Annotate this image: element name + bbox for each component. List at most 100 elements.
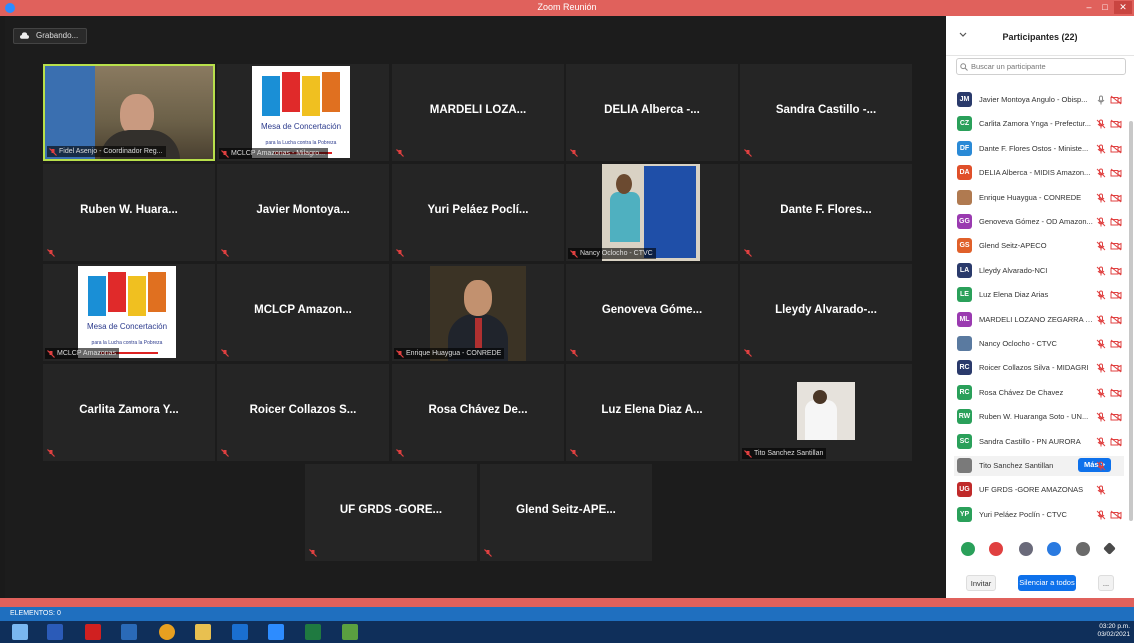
participant-row[interactable]: RC Roicer Collazos Silva - MIDAGRI xyxy=(954,358,1124,378)
file-explorer-icon[interactable] xyxy=(195,624,211,640)
participant-row[interactable]: ML MARDELI LOZANO ZEGARRA - ... xyxy=(954,310,1124,330)
participant-row[interactable]: JM Javier Montoya Angulo - Obisp... xyxy=(954,90,1124,110)
video-off-icon[interactable] xyxy=(1110,412,1122,422)
video-off-icon[interactable] xyxy=(1110,339,1122,349)
muted-mic-icon[interactable] xyxy=(1096,168,1106,178)
participant-row[interactable]: LA Lleydy Alvarado-NCI xyxy=(954,261,1124,281)
video-tile[interactable]: Sandra Castillo -... xyxy=(740,64,912,161)
video-off-icon[interactable] xyxy=(1110,241,1122,251)
video-tile[interactable]: Nancy Oclocho - CTVC xyxy=(566,164,738,261)
video-tile[interactable]: Rosa Chávez De... xyxy=(392,364,564,461)
muted-mic-icon[interactable] xyxy=(1096,437,1106,447)
zoom-icon[interactable] xyxy=(268,624,284,640)
muted-mic-icon[interactable] xyxy=(1096,339,1106,349)
video-tile[interactable]: Mesa de Concertación para la Lucha contra… xyxy=(217,64,389,161)
clear-reactions-icon[interactable] xyxy=(1103,542,1116,555)
video-tile[interactable]: Lleydy Alvarado-... xyxy=(740,264,912,361)
participant-row[interactable]: GG Genoveva Gómez - OD Amazon... xyxy=(954,212,1124,232)
muted-mic-icon[interactable] xyxy=(1096,144,1106,154)
word-icon[interactable] xyxy=(47,624,63,640)
app-icon[interactable] xyxy=(342,624,358,640)
video-tile[interactable]: Mesa de Concertación para la Lucha contra… xyxy=(43,264,215,361)
more-button[interactable]: Más > xyxy=(1078,458,1111,472)
participant-search-input[interactable] xyxy=(956,58,1126,75)
muted-mic-icon[interactable] xyxy=(1096,241,1106,251)
participant-row[interactable]: RW Ruben W. Huaranga Soto - UN... xyxy=(954,407,1124,427)
chrome-icon[interactable] xyxy=(159,624,175,640)
muted-mic-icon[interactable] xyxy=(1096,266,1106,276)
participant-row[interactable]: CZ Carlita Zamora Ynga - Prefectur... xyxy=(954,114,1124,134)
video-tile[interactable]: Carlita Zamora Y... xyxy=(43,364,215,461)
video-tile[interactable]: Javier Montoya... xyxy=(217,164,389,261)
muted-mic-icon[interactable] xyxy=(1096,193,1106,203)
system-clock[interactable]: 03:20 p.m. 03/02/2021 xyxy=(1097,623,1130,639)
participant-list-scrollbar[interactable] xyxy=(1129,121,1133,521)
maximize-button[interactable]: □ xyxy=(1098,1,1112,14)
no-reaction-icon[interactable] xyxy=(989,542,1003,556)
media-player-icon[interactable] xyxy=(121,624,137,640)
muted-mic-icon[interactable] xyxy=(1096,412,1106,422)
mute-all-button[interactable]: Silenciar a todos xyxy=(1018,575,1076,591)
video-tile[interactable]: MARDELI LOZA... xyxy=(392,64,564,161)
video-off-icon[interactable] xyxy=(1110,388,1122,398)
excel-icon[interactable] xyxy=(305,624,321,640)
video-tile[interactable]: MCLCP Amazon... xyxy=(217,264,389,361)
invite-button[interactable]: Invitar xyxy=(966,575,996,591)
acrobat-icon[interactable] xyxy=(85,624,101,640)
video-tile[interactable]: Tito Sanchez Santillan xyxy=(740,364,912,461)
recording-indicator[interactable]: Grabando... xyxy=(13,28,88,44)
video-off-icon[interactable] xyxy=(1110,437,1122,447)
video-tile[interactable]: DELIA Alberca -... xyxy=(566,64,738,161)
video-tile[interactable]: Enrique Huaygua - CONREDE xyxy=(392,264,564,361)
slower-reaction-icon[interactable] xyxy=(1019,542,1033,556)
video-tile[interactable]: Fidel Asenjo - Coordinador Reg... xyxy=(43,64,215,161)
windows-start-icon[interactable] xyxy=(12,624,28,640)
muted-mic-icon[interactable] xyxy=(1096,485,1106,495)
video-tile[interactable]: Dante F. Flores... xyxy=(740,164,912,261)
video-off-icon[interactable] xyxy=(1110,168,1122,178)
muted-mic-icon[interactable] xyxy=(1096,119,1106,129)
muted-mic-icon[interactable] xyxy=(1096,217,1106,227)
mic-icon[interactable] xyxy=(1096,95,1106,105)
participant-row[interactable]: RC Rosa Chávez De Chavez xyxy=(954,383,1124,403)
muted-mic-icon[interactable] xyxy=(1096,290,1106,300)
participant-row[interactable]: LE Luz Elena Diaz Arias xyxy=(954,285,1124,305)
video-off-icon[interactable] xyxy=(1110,217,1122,227)
video-off-icon[interactable] xyxy=(1110,193,1122,203)
minimize-button[interactable]: – xyxy=(1082,1,1096,14)
video-off-icon[interactable] xyxy=(1110,363,1122,373)
more-options-button[interactable]: ... xyxy=(1098,575,1114,591)
video-tile[interactable]: Luz Elena Diaz A... xyxy=(566,364,738,461)
participant-row[interactable]: GS Glend Seitz-APECO xyxy=(954,236,1124,256)
participant-row[interactable]: YP Yuri Peláez Poclín - CTVC xyxy=(954,505,1124,525)
more-reactions-icon[interactable] xyxy=(1076,542,1090,556)
yes-reaction-icon[interactable] xyxy=(961,542,975,556)
participant-row[interactable]: SC Sandra Castillo - PN AURORA xyxy=(954,432,1124,452)
participant-row[interactable]: Nancy Oclocho - CTVC xyxy=(954,334,1124,354)
video-tile[interactable]: Glend Seitz-APE... xyxy=(480,464,652,561)
participant-row[interactable]: DA DELIA Alberca - MIDIS Amazon... xyxy=(954,163,1124,183)
video-tile[interactable]: Roicer Collazos S... xyxy=(217,364,389,461)
video-tile[interactable]: Yuri Peláez Poclí... xyxy=(392,164,564,261)
participant-row[interactable]: Tito Sanchez Santillan Más > xyxy=(954,456,1124,476)
faster-reaction-icon[interactable] xyxy=(1047,542,1061,556)
video-off-icon[interactable] xyxy=(1110,119,1122,129)
video-off-icon[interactable] xyxy=(1110,290,1122,300)
muted-mic-icon[interactable] xyxy=(1096,363,1106,373)
outlook-icon[interactable] xyxy=(232,624,248,640)
close-button[interactable]: ✕ xyxy=(1114,1,1132,14)
muted-mic-icon[interactable] xyxy=(1096,461,1106,471)
video-off-icon[interactable] xyxy=(1110,95,1122,105)
video-off-icon[interactable] xyxy=(1110,510,1122,520)
muted-mic-icon[interactable] xyxy=(1096,315,1106,325)
video-off-icon[interactable] xyxy=(1110,266,1122,276)
video-tile[interactable]: Ruben W. Huara... xyxy=(43,164,215,261)
muted-mic-icon[interactable] xyxy=(1096,510,1106,520)
video-off-icon[interactable] xyxy=(1110,144,1122,154)
video-tile[interactable]: UF GRDS -GORE... xyxy=(305,464,477,561)
muted-mic-icon[interactable] xyxy=(1096,388,1106,398)
participant-row[interactable]: DF Dante F. Flores Ostos - Ministe... xyxy=(954,139,1124,159)
video-tile[interactable]: Genoveva Góme... xyxy=(566,264,738,361)
video-off-icon[interactable] xyxy=(1110,315,1122,325)
participant-row[interactable]: Enrique Huaygua - CONREDE xyxy=(954,188,1124,208)
